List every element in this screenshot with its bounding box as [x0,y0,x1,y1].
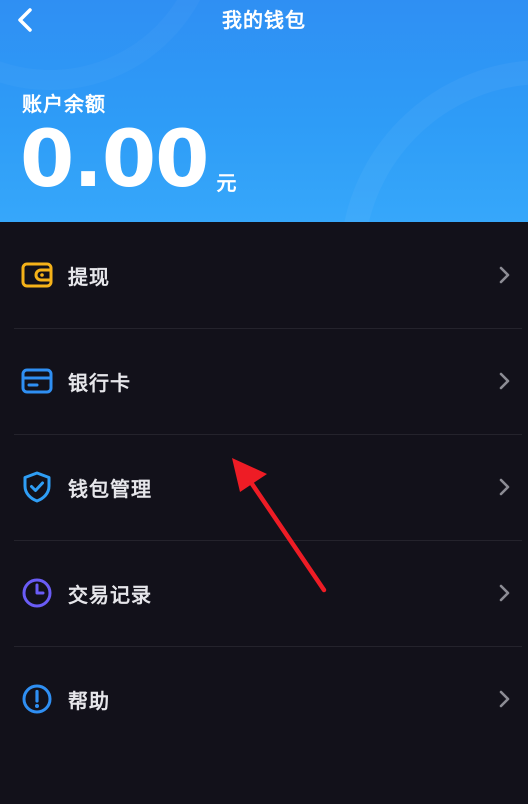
wallet-screen: 我的钱包 账户余额 0.00 元 提现 银行卡 钱包管理 交易记录 帮助 [0,0,528,804]
balance-display: 0.00 元 [20,118,236,202]
menu-item-withdraw[interactable]: 提现 [0,222,528,328]
balance-label: 账户余额 [22,92,106,116]
chevron-right-icon [496,264,512,286]
menu-item-label: 帮助 [68,688,110,713]
menu-item-bank-card[interactable]: 银行卡 [0,328,528,434]
menu-item-label: 钱包管理 [68,476,152,501]
chevron-right-icon [496,688,512,710]
page-title: 我的钱包 [222,8,306,32]
credit-card-icon [20,364,54,398]
shield-check-icon [20,470,54,504]
menu-item-label: 银行卡 [68,370,131,395]
wallet-menu: 提现 银行卡 钱包管理 交易记录 帮助 [0,222,528,752]
chevron-right-icon [496,370,512,392]
wallet-icon [20,258,54,292]
chevron-right-icon [496,582,512,604]
menu-item-label: 提现 [68,264,110,289]
info-circle-icon [20,682,54,716]
menu-item-help[interactable]: 帮助 [0,646,528,752]
menu-item-wallet-management[interactable]: 钱包管理 [0,434,528,540]
wallet-header: 我的钱包 账户余额 0.00 元 [0,0,528,222]
menu-item-label: 交易记录 [68,582,152,607]
decorative-circle [340,60,528,222]
clock-icon [20,576,54,610]
balance-amount: 0.00 [20,115,209,205]
chevron-right-icon [496,476,512,498]
balance-unit: 元 [216,171,237,195]
menu-item-transaction-history[interactable]: 交易记录 [0,540,528,646]
